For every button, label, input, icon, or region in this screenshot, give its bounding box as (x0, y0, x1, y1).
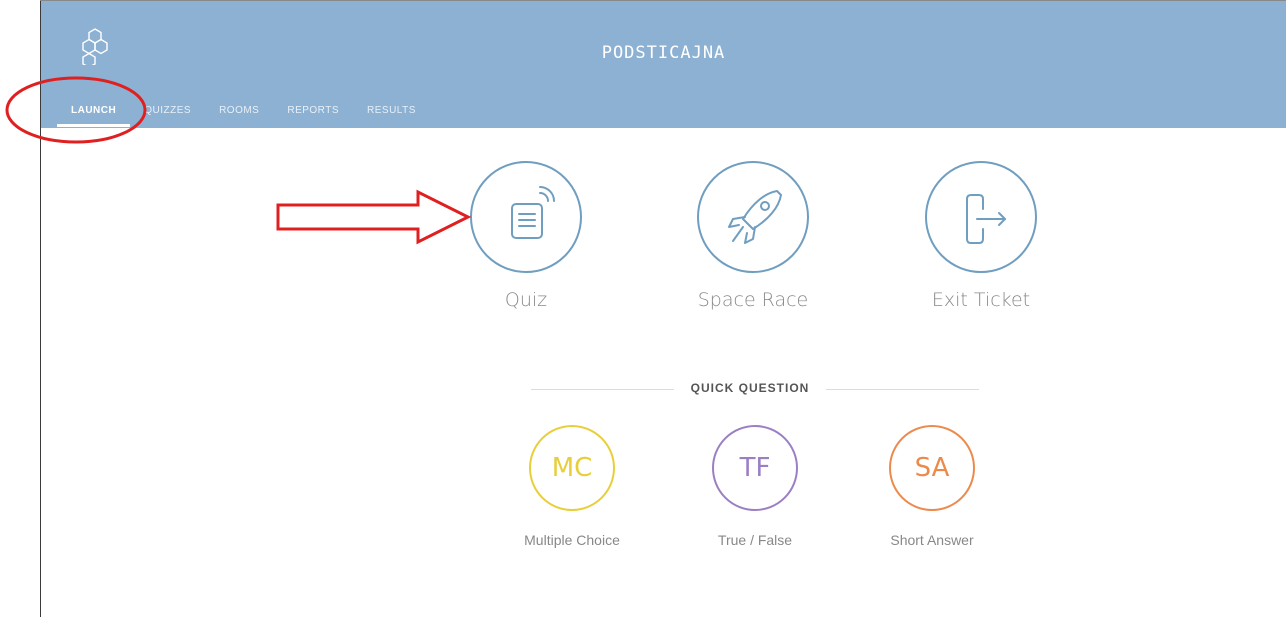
tab-launch[interactable]: LAUNCH (57, 105, 131, 127)
quick-question-mc[interactable]: MC Multiple Choice (492, 425, 652, 548)
exit-door-icon (966, 194, 1006, 244)
launch-quiz-option[interactable]: Quiz (426, 161, 626, 311)
quick-question-sa[interactable]: SA Short Answer (852, 425, 1012, 548)
tab-rooms[interactable]: ROOMS (205, 105, 273, 127)
quick-question-divider-left (531, 389, 674, 390)
launch-exit-ticket-option[interactable]: Exit Ticket (881, 161, 1081, 311)
main-nav-tabs: LAUNCH QUIZZES ROOMS REPORTS RESULTS (57, 105, 430, 127)
launch-space-race-option[interactable]: Space Race (653, 161, 853, 311)
space-race-label: Space Race (697, 289, 809, 311)
quick-question-tf[interactable]: TF True / False (675, 425, 835, 548)
exit-ticket-label: Exit Ticket (931, 289, 1031, 311)
quiz-button[interactable] (470, 161, 582, 273)
quick-question-title: QUICK QUESTION (690, 381, 810, 395)
short-answer-button[interactable]: SA (889, 425, 975, 511)
exit-ticket-button[interactable] (925, 161, 1037, 273)
multiple-choice-label: Multiple Choice (524, 532, 620, 548)
true-false-label: True / False (717, 532, 793, 548)
tab-quizzes[interactable]: QUIZZES (130, 105, 205, 127)
quick-question-divider-right (826, 389, 979, 390)
top-header: PODSTICAJNA LAUNCH QUIZZES ROOMS REPORTS… (41, 1, 1286, 128)
quiz-label: Quiz (504, 289, 548, 311)
rocket-icon (728, 190, 782, 244)
space-race-button[interactable] (697, 161, 809, 273)
tab-results[interactable]: RESULTS (353, 105, 430, 127)
quiz-document-icon (511, 186, 555, 239)
tab-reports[interactable]: REPORTS (273, 105, 353, 127)
true-false-button[interactable]: TF (712, 425, 798, 511)
multiple-choice-button[interactable]: MC (529, 425, 615, 511)
room-name: PODSTICAJNA (601, 43, 726, 63)
short-answer-label: Short Answer (890, 532, 974, 548)
